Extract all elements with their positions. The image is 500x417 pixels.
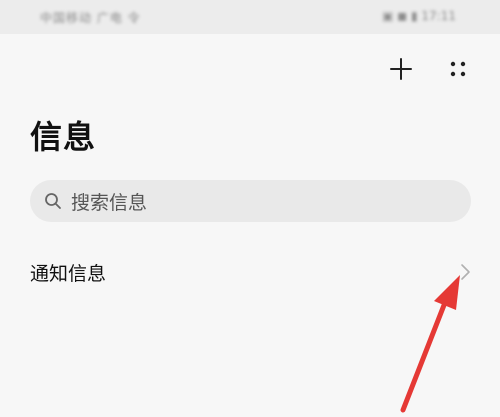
status-bar: 中国移动 广电 令 ▣ ◼ ▮ 17:11 — [0, 0, 500, 34]
grid-dots-icon — [450, 61, 466, 77]
list-item-notifications[interactable]: 通知信息 — [0, 248, 500, 296]
plus-icon — [390, 58, 412, 80]
chevron-right-icon — [461, 264, 470, 280]
add-button[interactable] — [386, 54, 416, 84]
page-title: 信息 — [30, 118, 97, 156]
search-placeholder: 搜索信息 — [71, 191, 148, 214]
status-icons: ▣ ◼ ▮ 17:11 — [382, 9, 456, 23]
more-button[interactable] — [443, 54, 473, 84]
carrier-info: 中国移动 广电 令 — [40, 11, 141, 25]
top-actions — [0, 54, 500, 86]
list-item-label: 通知信息 — [30, 263, 107, 285]
search-icon — [44, 192, 62, 210]
search-input[interactable]: 搜索信息 — [30, 180, 471, 222]
